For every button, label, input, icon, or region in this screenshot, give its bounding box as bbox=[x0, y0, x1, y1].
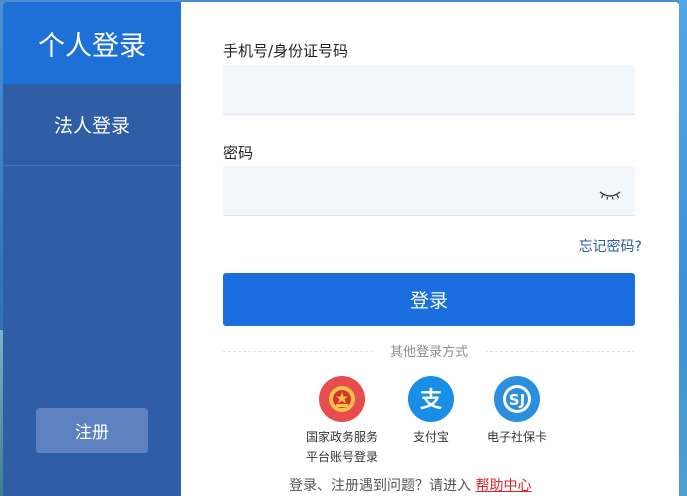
svg-text:SJ: SJ bbox=[509, 391, 525, 409]
svg-text:支: 支 bbox=[420, 388, 443, 413]
phone-field-label: 手机号/身份证号码 bbox=[223, 42, 349, 60]
help-prompt: 登录、注册遇到问题？请进入 帮助中心 bbox=[289, 475, 531, 495]
login-button[interactable]: 登录 bbox=[223, 273, 635, 326]
social-security-card-icon: SJ bbox=[494, 376, 540, 422]
alipay-login-label: 支付宝 bbox=[412, 430, 449, 444]
eye-closed-icon[interactable] bbox=[599, 190, 621, 200]
alipay-login[interactable]: 支 支付宝 bbox=[396, 376, 466, 445]
social-security-card-login-label: 电子社保卡 bbox=[486, 430, 547, 444]
login-card: 个人登录 法人登录 注册 手机号/身份证号码 密码 忘记密码? 登录 其他登录方… bbox=[3, 2, 679, 496]
other-login-methods-title: 其他登录方式 bbox=[373, 341, 485, 360]
tab-legal-person-login[interactable]: 法人登录 bbox=[3, 84, 181, 166]
help-center-link[interactable]: 帮助中心 bbox=[475, 478, 531, 494]
tab-personal-login-label: 个人登录 bbox=[38, 30, 146, 62]
password-field-label: 密码 bbox=[223, 144, 254, 162]
background-edge bbox=[679, 0, 687, 496]
register-button[interactable]: 注册 bbox=[36, 408, 148, 453]
phone-input[interactable] bbox=[223, 65, 635, 115]
password-input[interactable] bbox=[223, 166, 635, 216]
gov-service-login[interactable]: 国家政务服务 平台账号登录 bbox=[297, 376, 387, 465]
help-prompt-text: 登录、注册遇到问题？请进入 bbox=[289, 478, 471, 494]
national-emblem-icon bbox=[319, 376, 365, 422]
forgot-password-link[interactable]: 忘记密码? bbox=[579, 236, 642, 256]
divider-left bbox=[223, 351, 373, 352]
login-form: 手机号/身份证号码 密码 忘记密码? 登录 其他登录方式 国家政务服务 平台账号… bbox=[181, 2, 679, 496]
login-type-sidebar: 个人登录 法人登录 注册 bbox=[3, 2, 190, 496]
social-security-card-login[interactable]: SJ 电子社保卡 bbox=[477, 376, 557, 445]
divider-right bbox=[485, 351, 635, 352]
tab-personal-login[interactable]: 个人登录 bbox=[3, 2, 190, 84]
gov-service-login-label-2: 平台账号登录 bbox=[305, 450, 378, 464]
tab-legal-person-login-label: 法人登录 bbox=[53, 115, 130, 137]
alipay-icon: 支 bbox=[408, 376, 454, 422]
gov-service-login-label-1: 国家政务服务 bbox=[305, 430, 378, 444]
